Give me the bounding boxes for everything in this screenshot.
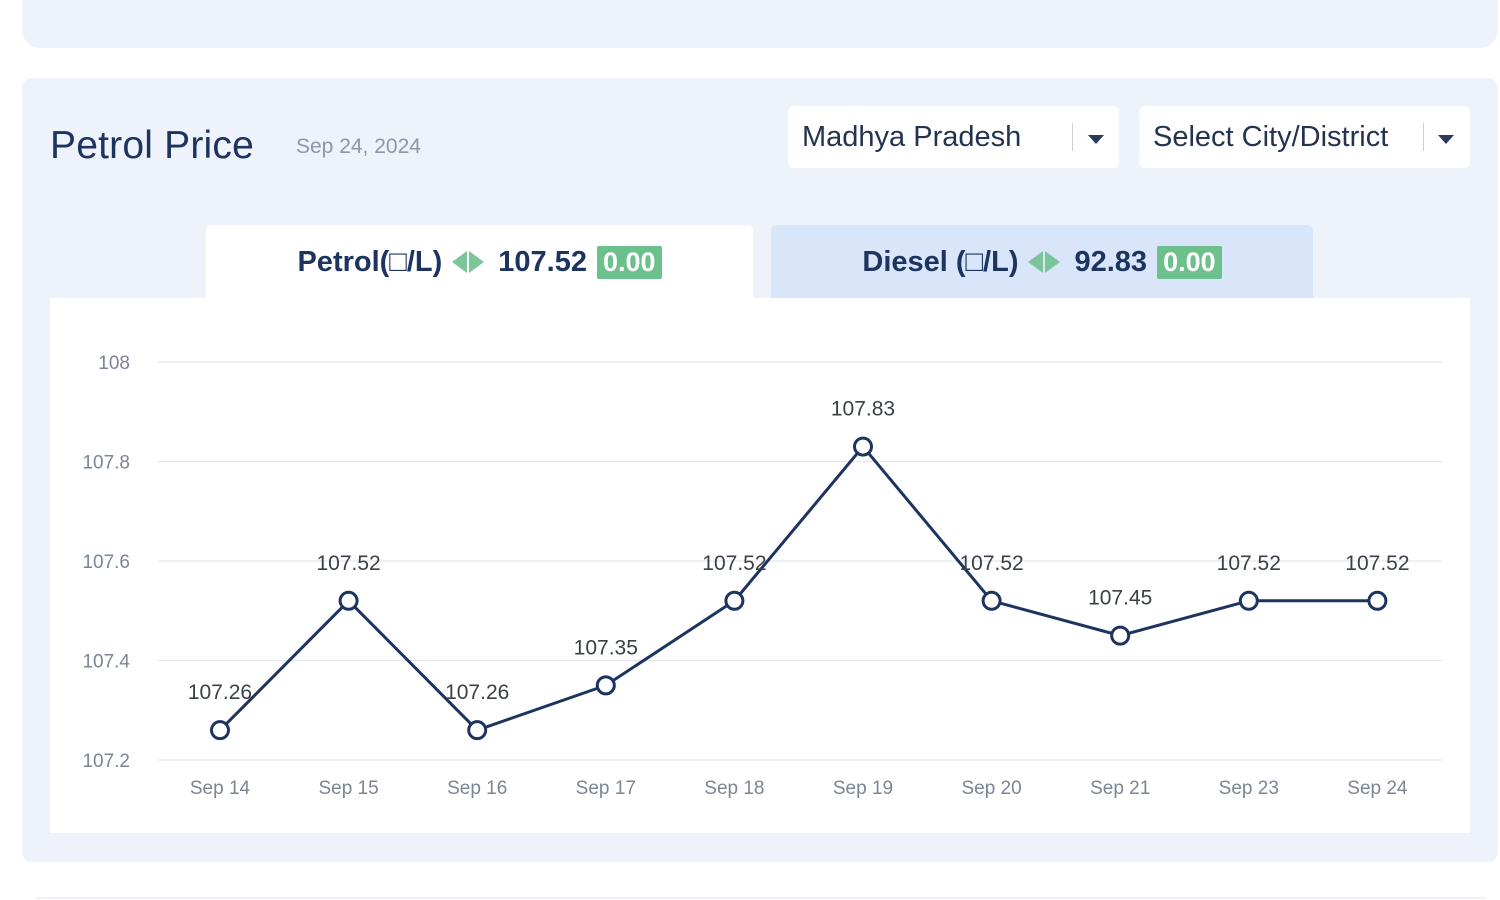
data-point (1110, 625, 1131, 646)
top-card (22, 0, 1498, 48)
data-point (210, 720, 230, 741)
diesel-change-badge: 0.00 (1157, 245, 1222, 279)
x-tick-label: Sep 24 (1347, 778, 1408, 799)
data-point (724, 590, 745, 611)
data-point (338, 590, 359, 611)
x-tick-label: Sep 18 (704, 778, 764, 799)
data-point (981, 590, 1002, 611)
tab-diesel[interactable]: Diesel (□/L) 92.83 0.00 (771, 225, 1313, 299)
data-label: 107.52 (1345, 552, 1409, 575)
diesel-price: 92.83 (1074, 245, 1148, 278)
data-label: 107.26 (445, 681, 509, 704)
select-divider (1423, 123, 1424, 151)
data-point (853, 436, 873, 457)
left-right-arrows-icon (1028, 251, 1061, 273)
x-tick-label: Sep 16 (447, 778, 507, 799)
price-line-chart: 107.2 107.4 107.6 107.8 108 Sep 14 Sep 15 Sep 1… (82, 353, 1442, 799)
data-label: 107.45 (1088, 587, 1152, 610)
x-tick-label: Sep 17 (576, 778, 636, 799)
city-select-value: Select City/District (1153, 120, 1389, 153)
x-tick-label: Sep 15 (318, 778, 378, 799)
data-point (467, 720, 488, 741)
y-tick-label: 107.2 (82, 751, 130, 772)
x-tick-label: Sep 23 (1219, 778, 1279, 799)
chart-panel: 107.2 107.4 107.6 107.8 108 Sep 14 Sep 15 Sep 1… (50, 298, 1470, 833)
x-tick-label: Sep 14 (190, 778, 251, 799)
x-tick-label: Sep 20 (961, 778, 1021, 799)
city-select[interactable]: Select City/District (1139, 106, 1470, 168)
data-point (595, 675, 616, 696)
y-tick-label: 107.8 (82, 453, 130, 474)
data-label: 107.52 (959, 552, 1023, 575)
data-label: 107.83 (831, 398, 895, 421)
y-tick-label: 108 (98, 353, 130, 374)
data-label: 107.35 (574, 636, 638, 659)
series-line (218, 445, 1378, 732)
y-tick-label: 107.6 (82, 552, 130, 573)
tab-petrol-label: Petrol(□/L) (297, 245, 443, 278)
data-label: 107.52 (702, 552, 766, 575)
petrol-price: 107.52 (498, 245, 587, 278)
caret-down-icon[interactable] (1088, 135, 1104, 144)
state-select-value: Madhya Pradesh (802, 120, 1022, 153)
state-select[interactable]: Madhya Pradesh (788, 106, 1119, 168)
data-label: 107.26 (188, 681, 252, 704)
data-point (1367, 590, 1388, 611)
x-tick-label: Sep 21 (1090, 778, 1150, 799)
tab-petrol[interactable]: Petrol(□/L) 107.52 0.00 (206, 225, 753, 299)
left-right-arrows-icon (452, 251, 485, 273)
x-tick-label: Sep 19 (833, 778, 893, 799)
bottom-divider (36, 897, 1486, 899)
data-point (1238, 590, 1259, 611)
data-label: 107.52 (1217, 552, 1281, 575)
y-tick-label: 107.4 (82, 652, 130, 673)
price-date: Sep 24, 2024 (296, 135, 421, 158)
page-title: Petrol Price (50, 124, 254, 167)
data-label: 107.52 (316, 552, 380, 575)
caret-down-icon[interactable] (1438, 135, 1454, 144)
tab-diesel-label: Diesel (□/L) (862, 245, 1019, 278)
petrol-change-badge: 0.00 (596, 245, 662, 279)
select-divider (1072, 123, 1073, 151)
